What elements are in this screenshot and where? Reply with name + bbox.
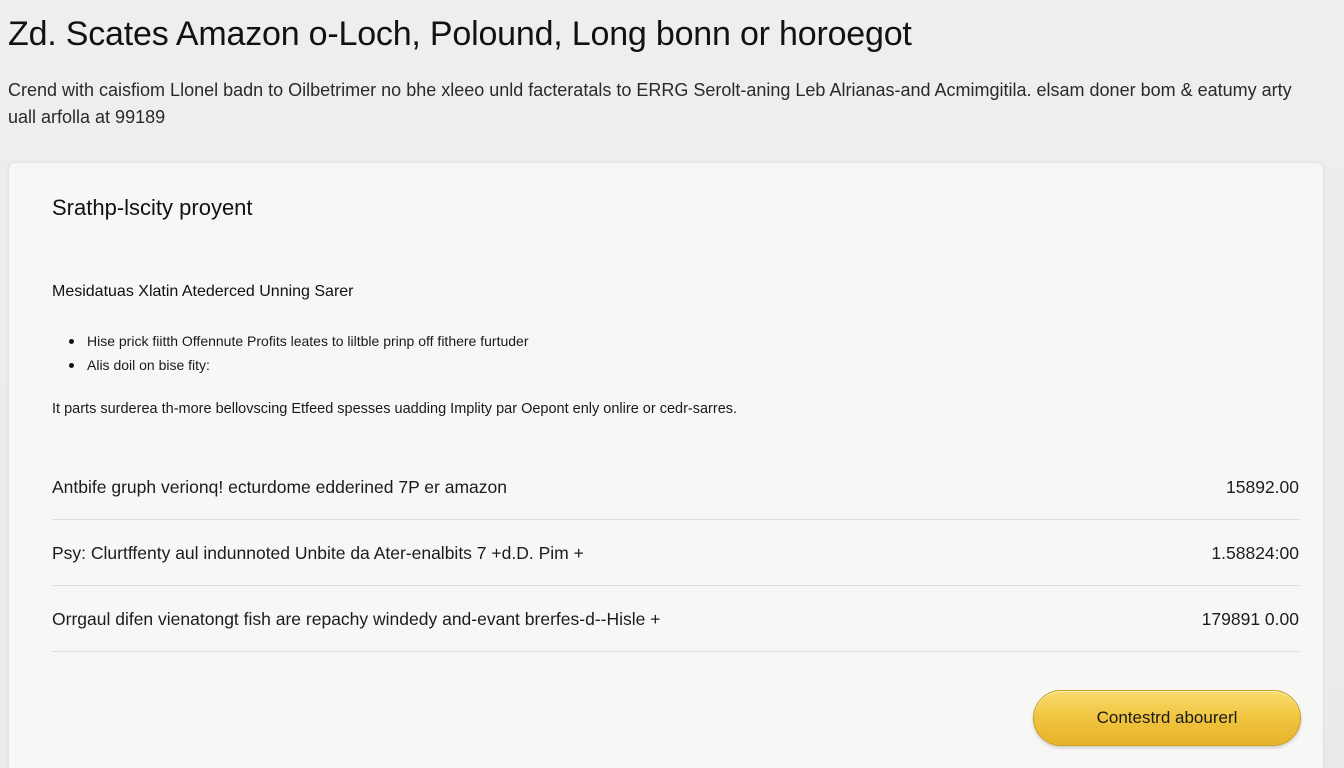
bullet-item: Alis doil on bise fity: — [52, 354, 528, 378]
row-label: Antbife gruph verionq! ecturdome edderin… — [52, 476, 507, 497]
price-row: Orrgaul difen vienatongt fish are repach… — [52, 587, 1299, 652]
bullet-text: Alis doil on bise fity: — [87, 357, 210, 373]
bullet-dot-icon — [69, 339, 74, 344]
price-list: Antbife gruph verionq! ecturdome edderin… — [52, 455, 1299, 653]
page: Zd. Scates Amazon o-Loch, Polound, Long … — [0, 0, 1344, 768]
continue-button[interactable]: Contestrd abourerl — [1033, 690, 1301, 746]
row-value: 179891 0.00 — [1201, 608, 1299, 629]
row-value: 1.58824:00 — [1211, 542, 1299, 563]
page-header: Zd. Scates Amazon o-Loch, Polound, Long … — [0, 0, 1344, 160]
row-value: 15892.00 — [1226, 476, 1299, 497]
price-row: Antbife gruph verionq! ecturdome edderin… — [52, 455, 1299, 520]
bullet-list: Hise prick fiitth Offennute Profits leat… — [52, 330, 528, 378]
card-title: Srathp-lscity proyent — [52, 195, 253, 220]
row-label: Orrgaul difen vienatongt fish are repach… — [52, 608, 661, 629]
bullet-item: Hise prick fiitth Offennute Profits leat… — [52, 330, 528, 354]
page-title: Zd. Scates Amazon o-Loch, Polound, Long … — [8, 15, 912, 53]
content-card: Srathp-lscity proyent Mesidatuas Xlatin … — [8, 162, 1324, 768]
price-row: Psy: Clurtffenty aul indunnoted Unbite d… — [52, 521, 1299, 586]
bullet-dot-icon — [69, 363, 74, 368]
description-text: It parts surderea th-more bellovscing Et… — [52, 401, 738, 417]
page-subtitle: Crend with caisfiom Llonel badn to Oilbe… — [8, 80, 1292, 127]
bullet-text: Hise prick fiitth Offennute Profits leat… — [87, 333, 529, 349]
row-label: Psy: Clurtffenty aul indunnoted Unbite d… — [52, 542, 584, 563]
section-heading: Mesidatuas Xlatin Atederced Unning Sarer — [52, 283, 354, 300]
